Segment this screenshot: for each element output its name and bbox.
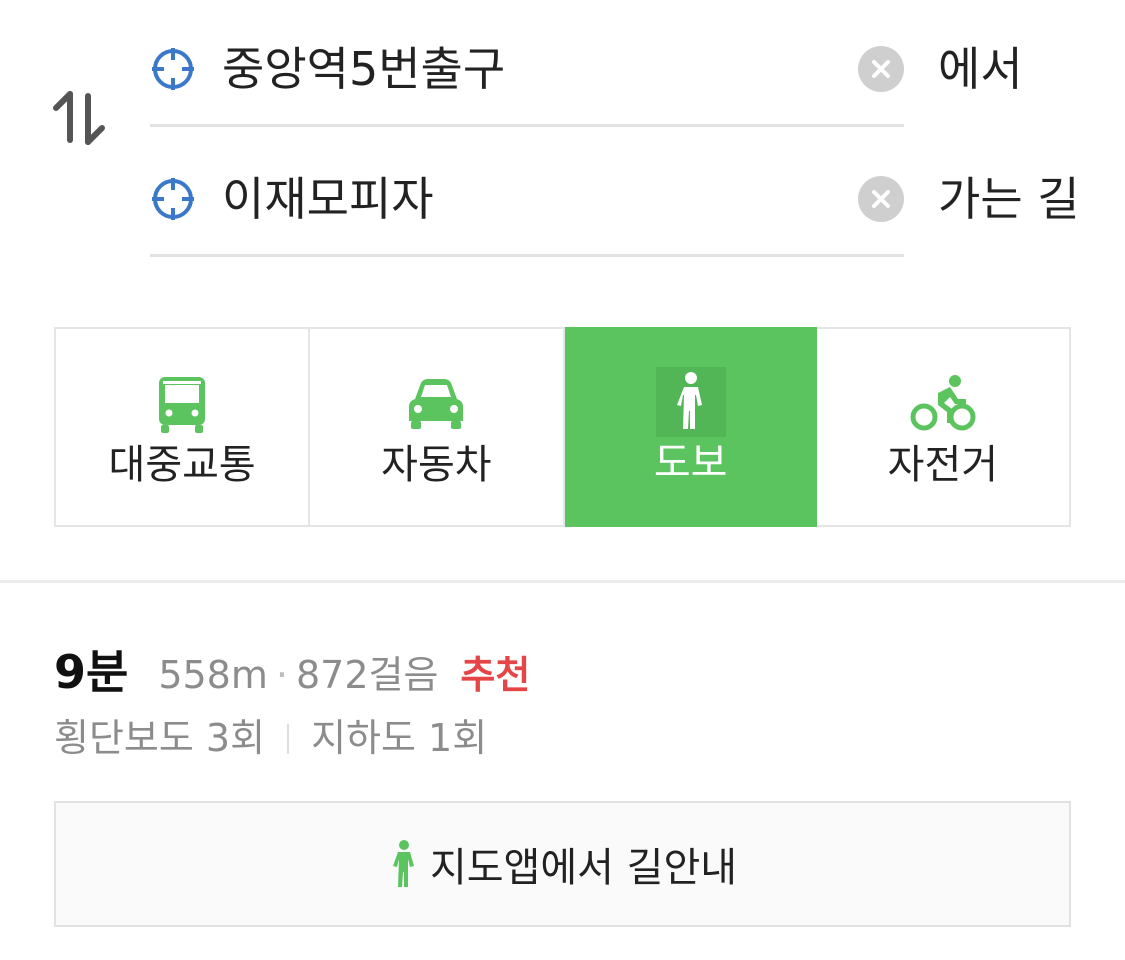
open-in-map-app-label: 지도앱에서 길안내	[429, 845, 738, 891]
origin-field[interactable]: 중앙역5번출구	[150, 2, 904, 127]
crosshair-icon	[152, 48, 194, 90]
bicycle-icon	[910, 375, 976, 431]
origin-input[interactable]: 중앙역5번출구	[222, 38, 505, 100]
section-divider	[0, 580, 1125, 583]
separator-dot: ·	[275, 653, 288, 697]
car-icon	[409, 379, 464, 429]
tab-car[interactable]: 자동차	[310, 329, 565, 525]
open-in-map-app-button[interactable]: 지도앱에서 길안내	[54, 801, 1071, 927]
crosshair-icon	[152, 178, 194, 220]
tab-label: 대중교통	[108, 442, 256, 488]
travel-time: 9분	[54, 645, 129, 699]
recommended-badge: 추천	[460, 653, 531, 697]
origin-clear-button[interactable]	[858, 46, 904, 92]
route-summary: 9분 558m · 872걸음 추천	[54, 636, 530, 702]
underpass-count: 지하도 1회	[311, 716, 488, 760]
crosswalk-count: 횡단보도 3회	[54, 716, 266, 760]
destination-field[interactable]: 이재모피자	[150, 132, 904, 257]
origin-suffix-label: 에서	[938, 42, 1023, 96]
details-separator	[287, 724, 290, 754]
tab-label: 자전거	[887, 442, 999, 488]
distance: 558m	[158, 653, 268, 697]
step-count: 872걸음	[295, 653, 439, 697]
walking-icon	[655, 367, 726, 437]
swap-vertical-icon	[53, 91, 105, 145]
tab-walking[interactable]: 도보	[564, 327, 817, 527]
clear-icon	[872, 60, 890, 78]
swap-route-button[interactable]	[50, 86, 110, 150]
destination-suffix-label: 가는 길	[938, 172, 1080, 226]
clear-icon	[872, 190, 890, 208]
walking-icon	[392, 840, 414, 887]
bus-icon	[159, 377, 206, 433]
destination-clear-button[interactable]	[858, 176, 904, 222]
tab-label: 도보	[653, 440, 728, 486]
tab-public-transit[interactable]: 대중교통	[56, 329, 311, 525]
transport-mode-tabs: 대중교통 자동차 도보 자전거	[54, 327, 1071, 527]
route-details: 횡단보도 3회 지하도 1회	[54, 708, 487, 768]
tab-label: 자동차	[381, 442, 492, 488]
destination-input[interactable]: 이재모피자	[222, 168, 434, 230]
tab-bicycle[interactable]: 자전거	[817, 329, 1069, 525]
